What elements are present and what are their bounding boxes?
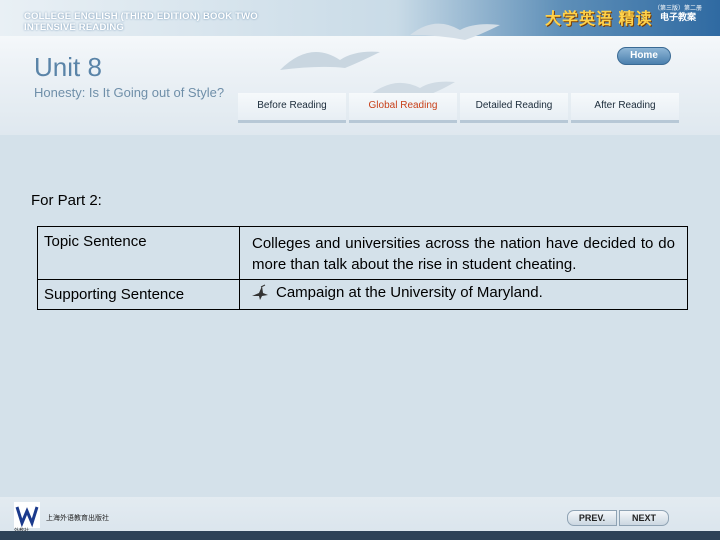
supporting-sentence-label: Supporting Sentence	[37, 279, 240, 310]
tab-before-reading[interactable]: Before Reading	[238, 93, 346, 123]
seagull-bullet-icon	[252, 284, 268, 301]
topic-sentence-text: Colleges and universities across the nat…	[239, 226, 688, 280]
course-title-line1: COLLEGE ENGLISH (THIRD EDITION) BOOK TWO	[24, 11, 258, 22]
supporting-sentence-cell: Campaign at the University of Maryland.	[239, 279, 688, 310]
sentence-table: Topic Sentence Colleges and universities…	[37, 226, 688, 310]
footer-bar	[0, 531, 720, 540]
brand-subtitle: （第三版）第二册 电子教案	[654, 5, 702, 22]
next-button[interactable]: NEXT	[619, 510, 669, 526]
unit-title: Unit 8	[34, 52, 102, 82]
publisher-logo-icon	[14, 502, 40, 528]
part-heading: For Part 2:	[31, 192, 102, 209]
topic-sentence-label: Topic Sentence	[37, 226, 240, 280]
tab-detailed-reading[interactable]: Detailed Reading	[460, 93, 568, 123]
table-row: Topic Sentence Colleges and universities…	[37, 226, 688, 280]
brand-e-lesson: 电子教案	[660, 12, 697, 22]
brand-title: 大学英语 精读	[545, 11, 653, 28]
tab-global-reading[interactable]: Global Reading	[349, 93, 457, 123]
course-title-line2: INTENSIVE READING	[24, 22, 124, 33]
table-row: Supporting Sentence Campaign at the Univ…	[37, 279, 688, 310]
section-tabs: Before Reading Global Reading Detailed R…	[238, 93, 682, 123]
prev-button[interactable]: PREV.	[567, 510, 617, 526]
publisher-name: 上海外语教育出版社	[46, 515, 109, 522]
course-title: COLLEGE ENGLISH (THIRD EDITION) BOOK TWO…	[24, 11, 258, 33]
home-button[interactable]: Home	[617, 47, 671, 65]
tab-after-reading[interactable]: After Reading	[571, 93, 679, 123]
supporting-sentence-link[interactable]: Campaign at the University of Maryland.	[276, 284, 543, 301]
unit-subtitle: Honesty: Is It Going out of Style?	[34, 85, 225, 100]
